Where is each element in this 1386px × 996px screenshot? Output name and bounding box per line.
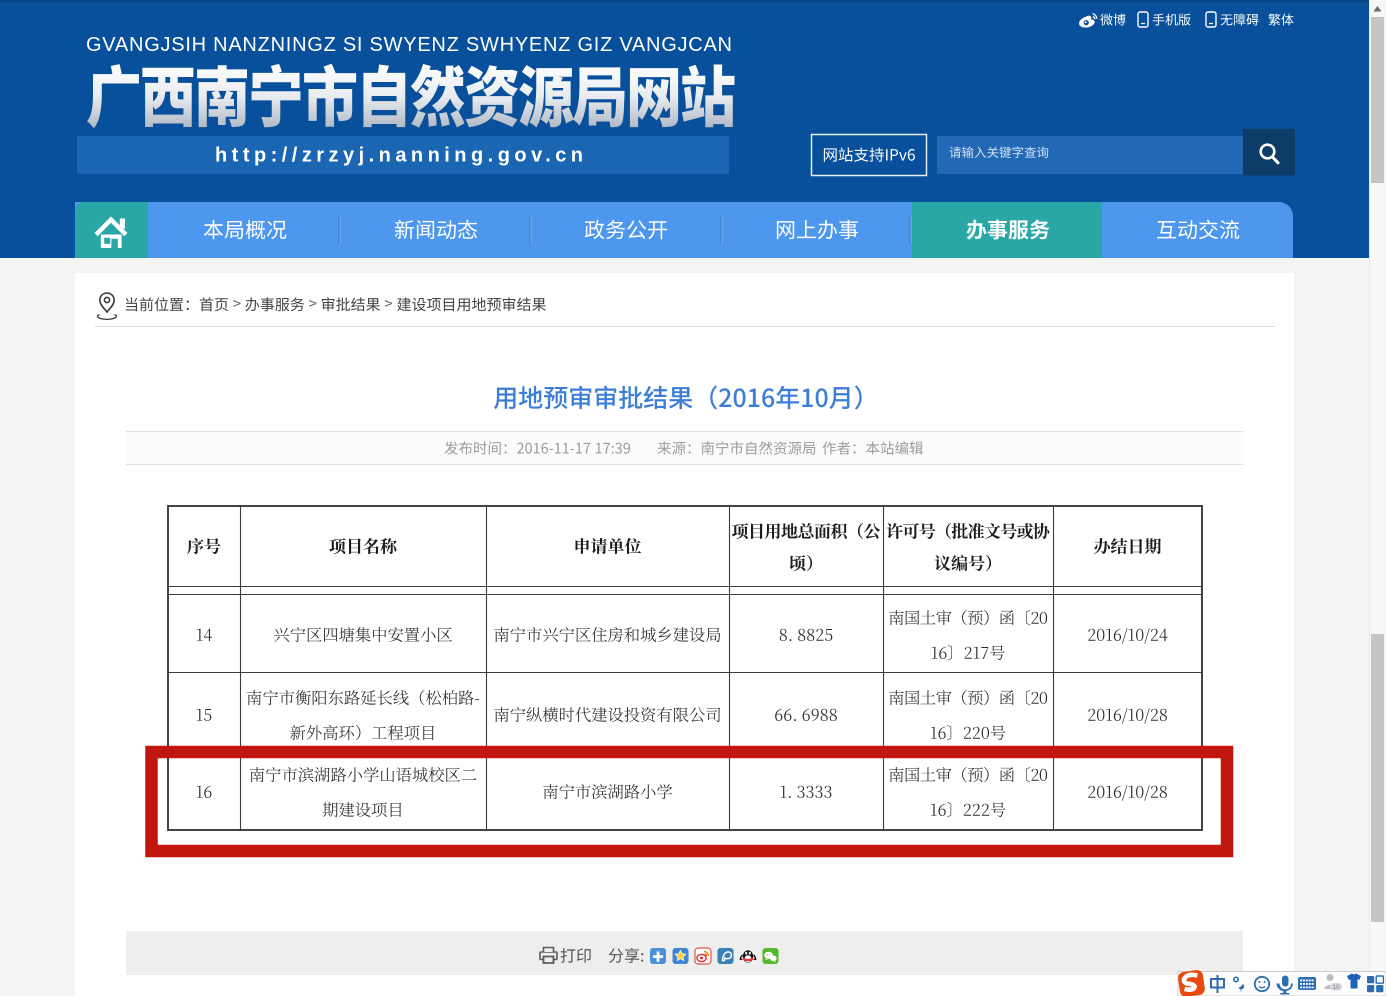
svg-text:10: 10 [1332,984,1340,991]
svg-text:GVANGJSIH NANZNINGZ SI SWYENZ: GVANGJSIH NANZNINGZ SI SWYENZ SWHYENZ GI… [86,34,732,56]
